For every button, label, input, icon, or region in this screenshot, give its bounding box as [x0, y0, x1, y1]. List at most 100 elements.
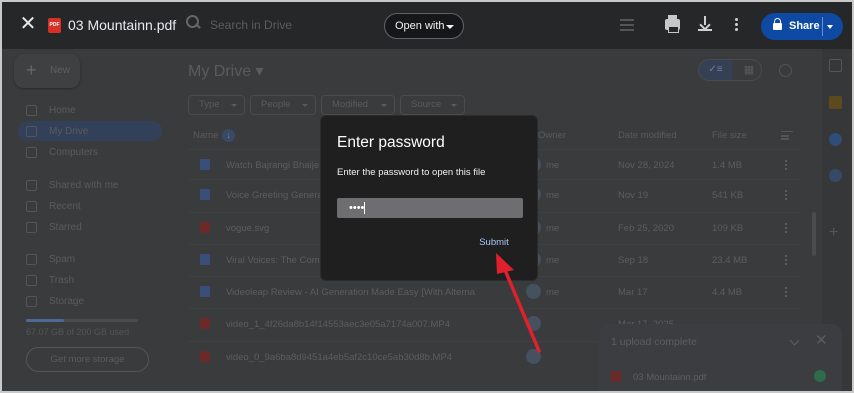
caret-down-icon	[381, 104, 387, 107]
file-title: 03 Mountainn.pdf	[68, 17, 177, 33]
close-icon[interactable]: ✕	[815, 331, 828, 349]
caret-down-icon	[451, 104, 457, 107]
storage-meter-fill	[26, 319, 65, 322]
file-date: Feb 25, 2020	[618, 223, 674, 234]
more-vert-icon[interactable]	[785, 223, 787, 225]
file-name: video_1_4f26da8b14f14553aec3e05a7174a007…	[226, 319, 450, 330]
lock-icon	[773, 18, 782, 30]
sidebar-item-label: Starred	[49, 222, 82, 233]
file-name: Voice Greeting Genera	[226, 190, 323, 201]
drive-icon	[26, 126, 37, 137]
sort-arrow-icon[interactable]: ↓	[222, 129, 235, 142]
contacts-icon[interactable]	[829, 169, 842, 182]
doc-file-icon	[200, 254, 210, 265]
clock-icon	[26, 201, 37, 212]
sidebar-item-label: Spam	[49, 254, 76, 265]
search-icon	[186, 15, 200, 29]
filter-type[interactable]: Type	[188, 95, 245, 115]
spam-icon	[26, 254, 37, 265]
filter-label: People	[261, 99, 291, 110]
file-date: Sep 18	[618, 255, 649, 266]
pdf-file-icon	[611, 371, 621, 382]
new-button[interactable]: + New	[14, 54, 80, 88]
filter-label: Modified	[332, 99, 368, 110]
avatar	[526, 349, 541, 364]
share-button[interactable]: Share	[761, 13, 843, 40]
sort-options-icon[interactable]	[781, 131, 793, 141]
screen-frame: ✕ PDF 03 Mountainn.pdf Search in Drive O…	[0, 0, 854, 393]
dialog-title: Enter password	[337, 134, 445, 151]
sidebar-item-label: Home	[49, 105, 76, 116]
pdf-file-icon: PDF	[48, 18, 61, 33]
column-date-modified[interactable]: Date modified	[618, 130, 677, 141]
doc-file-icon	[200, 286, 210, 297]
page-title[interactable]: My Drive ▾	[188, 61, 264, 81]
calendar-icon[interactable]	[829, 59, 842, 72]
close-icon[interactable]: ✕	[16, 12, 40, 36]
file-owner: me	[546, 160, 560, 171]
list-view-icon[interactable]: ✓≡	[699, 60, 732, 80]
viewer-toolbar: ✕ PDF 03 Mountainn.pdf Search in Drive O…	[2, 2, 852, 49]
more-vert-icon[interactable]	[785, 255, 787, 257]
storage-usage-text: 67.07 GB of 200 GB used	[26, 327, 130, 337]
page-title-text: My Drive	[188, 63, 252, 80]
home-icon	[26, 105, 37, 116]
submit-button[interactable]: Submit	[471, 232, 517, 252]
more-vert-icon[interactable]	[785, 287, 787, 289]
print-icon[interactable]	[665, 15, 680, 33]
filter-label: Source	[411, 99, 442, 110]
file-owner: me	[546, 223, 560, 234]
chevron-down-icon[interactable]	[827, 25, 833, 29]
file-size: 1.4 MB	[712, 160, 743, 171]
cloud-icon	[26, 296, 37, 307]
scrollbar-thumb[interactable]	[812, 212, 816, 256]
view-toggle[interactable]: ✓≡ ▦	[698, 59, 762, 81]
download-icon[interactable]	[698, 16, 712, 32]
column-file-size[interactable]: File size	[712, 130, 747, 141]
upload-title: 1 upload complete	[611, 336, 697, 348]
file-size: 541 KB	[712, 190, 744, 201]
more-vert-icon[interactable]	[785, 190, 787, 192]
dialog-message: Enter the password to open this file	[337, 167, 486, 178]
avatar	[526, 316, 541, 331]
file-date: Nov 19	[618, 190, 649, 201]
more-vert-icon[interactable]	[785, 160, 787, 162]
open-with-button[interactable]: Open with	[384, 13, 464, 39]
filter-label: Type	[199, 99, 220, 110]
file-size: 4.4 MB	[712, 287, 743, 298]
file-size: 109 KB	[712, 223, 744, 234]
computer-icon	[26, 147, 37, 158]
tasks-icon[interactable]	[829, 133, 842, 146]
filter-source[interactable]: Source	[400, 95, 465, 115]
sidebar-item-label: Computers	[49, 147, 98, 158]
sidebar-item-label: Recent	[49, 201, 81, 212]
plus-icon: +	[26, 60, 37, 80]
video-file-icon	[200, 318, 210, 329]
search-input[interactable]: Search in Drive	[210, 18, 292, 32]
file-owner: me	[546, 190, 560, 201]
info-icon[interactable]	[779, 64, 792, 77]
people-icon	[26, 180, 37, 191]
file-date: Nov 28, 2024	[618, 160, 675, 171]
filter-modified[interactable]: Modified	[321, 95, 395, 115]
uploaded-file-name[interactable]: 03 Mountainn.pdf	[633, 372, 706, 383]
upload-status-panel: 1 upload complete ✕ 03 Mountainn.pdf	[599, 324, 842, 391]
file-name: video_0_9a6ba8d9451a4eb5af2c10ce5ab30d8b…	[226, 352, 453, 363]
chevron-down-icon[interactable]	[789, 335, 800, 346]
file-name: vogue.svg	[226, 223, 270, 234]
keep-icon[interactable]	[829, 96, 842, 109]
column-name[interactable]: Name	[193, 130, 218, 141]
doc-file-icon	[200, 159, 210, 170]
grid-view-icon[interactable]: ▦	[735, 60, 761, 80]
tune-icon[interactable]	[620, 19, 634, 31]
sidebar-item-label: Shared with me	[49, 180, 119, 191]
add-addon-icon[interactable]: +	[829, 224, 838, 242]
caret-down-icon	[231, 104, 237, 107]
open-with-label: Open with	[395, 20, 445, 32]
file-name: Videoleap Review - AI Generation Made Ea…	[226, 287, 476, 298]
get-more-storage-button[interactable]: Get more storage	[26, 347, 149, 372]
avatar	[526, 284, 541, 299]
column-owner[interactable]: Owner	[538, 130, 566, 141]
more-vert-icon[interactable]	[735, 18, 738, 21]
filter-people[interactable]: People	[250, 95, 316, 115]
